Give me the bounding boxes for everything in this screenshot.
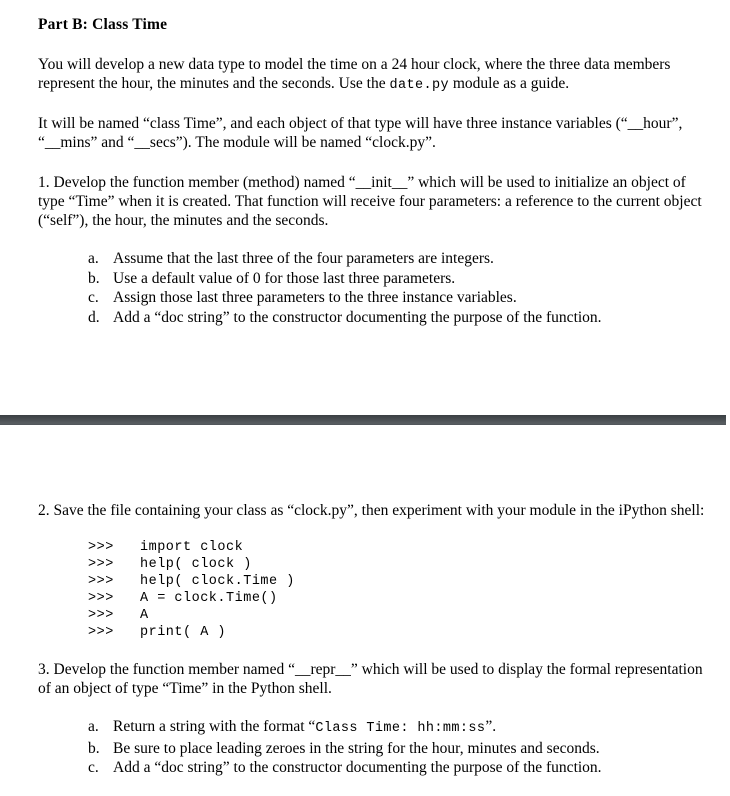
numbered-item-3: 3. Develop the function member named “__… [38,661,703,697]
page-two-content: 2. Save the file containing your class a… [0,501,730,520]
list-item-text: Assign those last three parameters to th… [113,289,517,306]
item-3-sublist: a. Return a string with the format “Class… [0,717,730,778]
code-text: print( A ) [140,625,227,640]
list-item-marker: c. [88,759,99,776]
list-item: c. Add a “doc string” to the constructor … [88,758,730,778]
list-item-text-after-code: ”. [485,718,497,735]
list-item-text: Be sure to place leading zeroes in the s… [113,739,600,757]
page-title: Part B: Class Time [38,16,168,33]
list-item-text: Add a “doc string” to the constructor do… [113,759,602,776]
code-line: >>> import clock [88,539,730,556]
list-item-marker: a. [88,250,99,267]
code-prompt: >>> [88,557,114,572]
numbered-item-1: 1. Develop the function member (method) … [38,174,702,229]
document-page-two: 2. Save the file containing your class a… [0,425,730,796]
code-line: >>> A [88,607,730,624]
code-text: help( clock ) [140,557,252,572]
list-item: d. Add a “doc string” to the constructor … [88,308,730,328]
page-break-divider [0,415,726,425]
code-prompt: >>> [88,574,114,589]
code-line: >>> help( clock.Time ) [88,573,730,590]
code-text: A [140,608,149,623]
intro-text-after-module: module as a guide. [449,75,570,92]
numbered-item-2: 2. Save the file containing your class a… [38,502,705,519]
code-prompt: >>> [88,608,114,623]
inline-format-string: Class Time: hh:mm:ss [315,721,486,736]
naming-paragraph: It will be named “class Time”, and each … [38,115,683,151]
page-one-content: Part B: Class Time You will develop a ne… [0,0,730,230]
list-item-marker: b. [88,739,100,757]
code-prompt: >>> [88,625,114,640]
code-text: help( clock.Time ) [140,574,295,589]
code-line: >>> print( A ) [88,624,730,641]
code-prompt: >>> [88,540,114,555]
ipython-code-transcript: >>> import clock >>> help( clock ) >>> help( … [0,539,730,641]
intro-paragraph: You will develop a new data type to mode… [38,55,712,95]
page-two-item3-wrap: 3. Develop the function member named “__… [0,660,730,698]
code-text: import clock [140,540,244,555]
list-item-marker: a. [88,718,99,735]
list-item-marker: d. [88,308,100,326]
intro-text-before-module: You will develop a new data type to mode… [38,56,671,92]
inline-module-name: date.py [389,78,449,93]
list-item: a. Return a string with the format “Class… [88,717,730,739]
list-item-text-before-code: Return a string with the format “ [113,718,316,735]
list-item: b. Use a default value of 0 for those las… [88,269,730,289]
list-item-text: Add a “doc string” to the constructor do… [113,308,602,326]
list-item: a. Assume that the last three of the four… [88,249,730,269]
list-item-marker: b. [88,269,100,287]
list-item-marker: c. [88,289,99,306]
list-item-text: Assume that the last three of the four p… [113,250,494,267]
document-page-one: Part B: Class Time You will develop a ne… [0,0,730,415]
code-line: >>> help( clock ) [88,556,730,573]
item-1-sublist: a. Assume that the last three of the four… [0,249,730,327]
list-item: b. Be sure to place leading zeroes in the… [88,739,730,759]
list-item-text: Return a string with the format “Class T… [113,717,730,739]
code-prompt: >>> [88,591,114,606]
list-item: c. Assign those last three parameters to … [88,288,730,308]
list-item-text: Use a default value of 0 for those last … [113,269,456,287]
code-line: >>> A = clock.Time() [88,590,730,607]
code-text: A = clock.Time() [140,591,278,606]
